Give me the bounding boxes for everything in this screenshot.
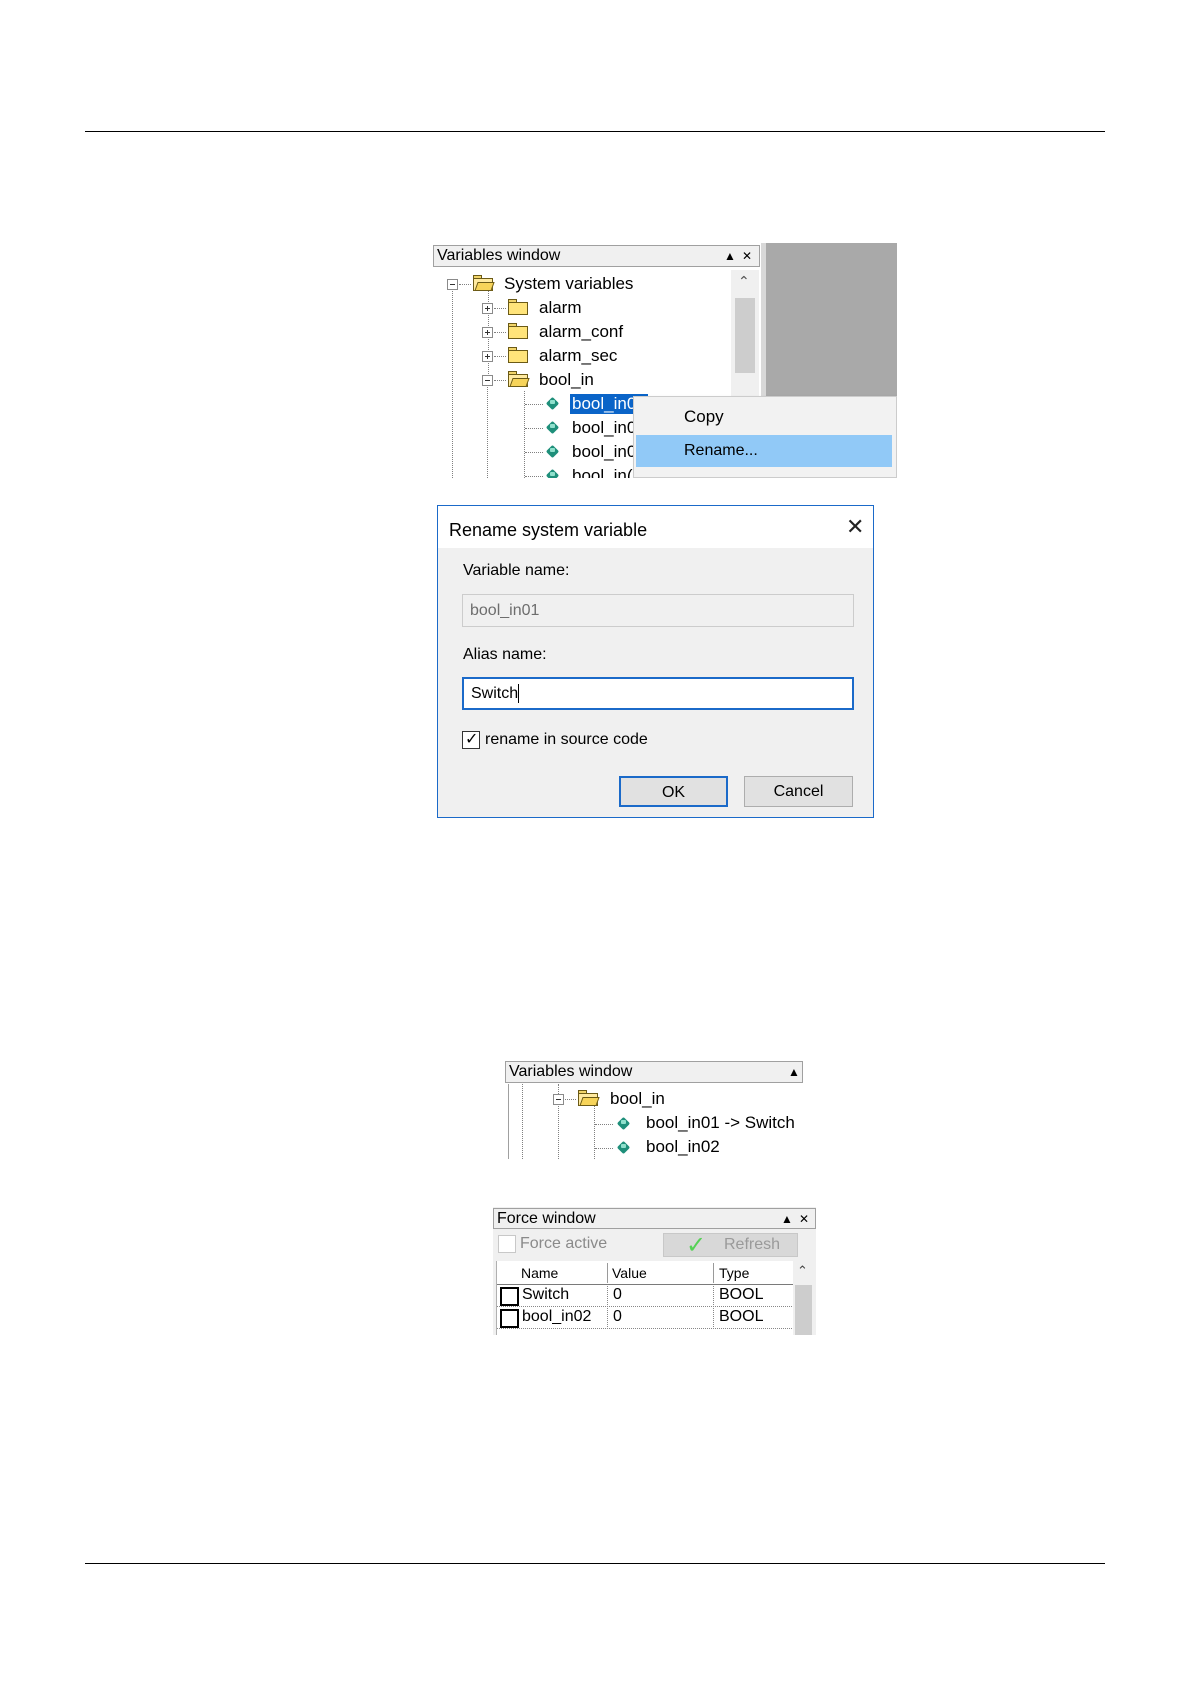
variables-window-titlebar[interactable]: Variables window ▲ (505, 1061, 803, 1083)
tree-item-system-variables[interactable]: System variables (504, 274, 633, 294)
folder-icon (508, 347, 528, 363)
variable-name-value: bool_in01 (470, 602, 540, 619)
folder-icon (508, 299, 528, 315)
refresh-checkmark-icon: ✓ (686, 1232, 707, 1259)
scroll-up-icon[interactable]: ⌃ (738, 273, 750, 290)
tree-item-bool-in03[interactable]: bool_in0 (572, 442, 636, 462)
pin-arrow-icon[interactable]: ▲ (788, 1062, 800, 1082)
bottom-rule (85, 1563, 1105, 1564)
context-menu: Copy Rename... (633, 396, 897, 478)
close-icon[interactable]: ✕ (742, 246, 752, 266)
row-checkbox[interactable] (500, 1287, 519, 1306)
refresh-button[interactable]: ✓ Refresh (663, 1232, 798, 1259)
cancel-button-label: Cancel (773, 783, 824, 800)
tree-item-alarm-conf[interactable]: alarm_conf (539, 322, 623, 342)
table-header: Name Value Type (497, 1261, 794, 1285)
variable-icon (617, 1118, 631, 1130)
top-rule (85, 131, 1105, 132)
cell-value[interactable]: 0 (613, 1308, 622, 1326)
variable-icon (617, 1142, 631, 1154)
rename-in-source-label: rename in source code (485, 731, 648, 748)
menu-item-rename[interactable]: Rename... (636, 435, 892, 467)
force-active-checkbox[interactable] (498, 1235, 516, 1253)
ok-button-label: OK (661, 784, 686, 801)
menu-item-copy[interactable]: Copy (636, 401, 892, 433)
tree-item-alarm-sec[interactable]: alarm_sec (539, 346, 617, 366)
variable-name-label: Variable name: (463, 562, 570, 579)
scroll-thumb[interactable] (735, 298, 755, 373)
text-caret (518, 684, 520, 704)
expand-icon[interactable] (482, 351, 493, 362)
cell-type: BOOL (719, 1308, 764, 1325)
collapse-icon[interactable] (553, 1094, 564, 1105)
tree-item-alarm[interactable]: alarm (539, 298, 582, 318)
cell-type: BOOL (719, 1286, 764, 1303)
tree-item-bool-in[interactable]: bool_in (610, 1089, 665, 1109)
tree-item-bool-in04[interactable]: bool_in( (572, 466, 633, 478)
open-folder-icon (508, 371, 530, 387)
row-checkbox[interactable] (500, 1309, 519, 1328)
menu-item-copy-label: Copy (684, 407, 724, 426)
column-header-value[interactable]: Value (612, 1265, 647, 1281)
collapse-icon[interactable] (447, 279, 458, 290)
collapse-icon[interactable] (482, 375, 493, 386)
force-window-title: Force window (497, 1210, 596, 1227)
cell-name: bool_in02 (522, 1308, 592, 1325)
variable-icon (546, 398, 560, 410)
force-window-titlebar[interactable]: Force window ▲ ✕ (493, 1208, 816, 1229)
variable-name-field: bool_in01 (462, 594, 854, 627)
force-window-screenshot: Force window ▲ ✕ Force active ✓ Refresh … (493, 1207, 816, 1335)
pin-arrow-icon[interactable]: ▲ (724, 246, 736, 266)
expand-icon[interactable] (482, 327, 493, 338)
force-table: Name Value Type Switch 0 BOOL bool_in02 … (496, 1261, 794, 1335)
open-folder-icon (578, 1090, 600, 1106)
table-row[interactable]: Switch 0 BOOL (497, 1286, 794, 1307)
tree-item-bool-in02[interactable]: bool_in0 (572, 418, 636, 438)
scroll-thumb[interactable] (795, 1285, 812, 1335)
alias-name-value: Switch (471, 685, 519, 702)
column-header-type[interactable]: Type (719, 1265, 749, 1281)
table-row[interactable]: bool_in02 0 BOOL (497, 1308, 794, 1329)
alias-name-label: Alias name: (463, 646, 547, 663)
rename-dialog: Rename system variable ✕ Variable name: … (437, 505, 874, 818)
checkmark-icon: ✓ (465, 731, 479, 748)
tree-item-bool-in[interactable]: bool_in (539, 370, 594, 390)
menu-item-rename-label: Rename... (684, 442, 758, 459)
variables-window-title: Variables window (437, 247, 561, 264)
variables-window-screenshot-1: Variables window ▲ ✕ System variables al… (433, 243, 897, 478)
close-icon[interactable]: ✕ (799, 1209, 809, 1229)
variables-window-title: Variables window (509, 1063, 633, 1080)
rename-in-source-checkbox[interactable]: ✓ (462, 731, 480, 749)
pin-arrow-icon[interactable]: ▲ (781, 1209, 793, 1229)
scroll-up-icon[interactable]: ⌃ (797, 1263, 808, 1279)
rename-dialog-title: Rename system variable (449, 520, 648, 540)
column-header-name[interactable]: Name (521, 1265, 558, 1281)
variable-icon (546, 470, 560, 478)
tree-pane[interactable]: bool_in bool_in01 -> Switch bool_in02 (508, 1084, 803, 1159)
variables-window-screenshot-2: Variables window ▲ bool_in bool_in01 -> … (505, 1059, 803, 1159)
expand-icon[interactable] (482, 303, 493, 314)
cancel-button[interactable]: Cancel (744, 776, 853, 807)
alias-name-input[interactable]: Switch (462, 677, 854, 710)
tree-item-bool-in02[interactable]: bool_in02 (646, 1137, 720, 1157)
close-icon[interactable]: ✕ (846, 514, 864, 540)
refresh-button-label: Refresh (724, 1236, 781, 1253)
open-folder-icon (473, 275, 495, 291)
table-scrollbar[interactable]: ⌃ (793, 1261, 814, 1335)
tree-item-bool-in01-alias[interactable]: bool_in01 -> Switch (646, 1113, 795, 1133)
variable-icon (546, 446, 560, 458)
variable-icon (546, 422, 560, 434)
cell-value[interactable]: 0 (613, 1286, 622, 1304)
force-active-label: Force active (520, 1235, 608, 1252)
cell-name: Switch (522, 1286, 570, 1303)
rename-dialog-titlebar[interactable]: Rename system variable ✕ (438, 506, 873, 548)
folder-icon (508, 323, 528, 339)
variables-window-titlebar[interactable]: Variables window ▲ ✕ (433, 245, 760, 267)
ok-button[interactable]: OK (619, 776, 728, 807)
